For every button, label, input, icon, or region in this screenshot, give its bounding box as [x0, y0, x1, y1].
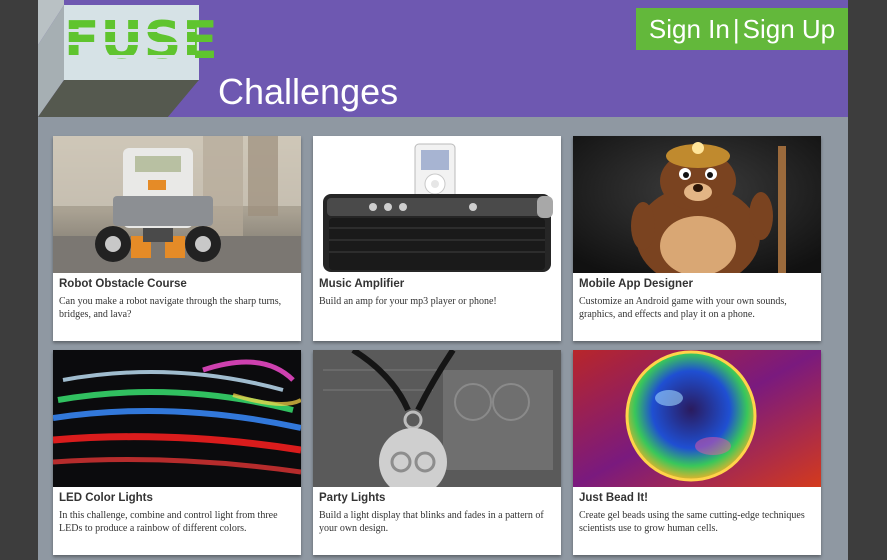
colorful-gel-bead-micrograph	[573, 350, 821, 487]
auth-links: Sign In | Sign Up	[636, 8, 848, 50]
ipod-speaker-dock-photo	[313, 136, 561, 273]
logo-stripe	[68, 42, 195, 45]
challenge-image[interactable]	[573, 136, 821, 273]
page-title: Challenges	[218, 71, 399, 112]
challenge-title[interactable]: Music Amplifier	[319, 278, 557, 290]
challenge-card-party-lights[interactable]: Party Lights Build a light display that …	[313, 350, 561, 555]
challenge-title[interactable]: Just Bead It!	[579, 492, 817, 504]
challenge-image[interactable]	[313, 350, 561, 487]
arduino-pendant-photo	[313, 350, 561, 487]
challenge-title[interactable]: Mobile App Designer	[579, 278, 817, 290]
challenge-image[interactable]	[313, 136, 561, 273]
cartoon-mole-miner-render	[573, 136, 821, 273]
rgb-led-strip-photo	[53, 350, 301, 487]
sign-in-link[interactable]: Sign In	[649, 14, 730, 44]
challenge-card-mobile-app-designer[interactable]: Mobile App Designer Customize an Android…	[573, 136, 821, 341]
challenge-card-led-color-lights[interactable]: LED Color Lights In this challenge, comb…	[53, 350, 301, 555]
challenge-title[interactable]: LED Color Lights	[59, 492, 297, 504]
challenge-card-just-bead-it[interactable]: Just Bead It! Create gel beads using the…	[573, 350, 821, 555]
challenge-description: Build an amp for your mp3 player or phon…	[319, 296, 497, 307]
challenge-image[interactable]	[573, 350, 821, 487]
challenge-image[interactable]	[53, 136, 301, 273]
auth-separator: |	[732, 14, 740, 44]
challenge-description: Create gel beads using the same cutting-…	[579, 510, 805, 534]
lego-robot-photo	[53, 136, 301, 273]
logo-stripe	[68, 55, 195, 58]
challenge-card-robot-obstacle-course[interactable]: Robot Obstacle Course Can you make a rob…	[53, 136, 301, 341]
challenge-image[interactable]	[53, 350, 301, 487]
logo-text: FUSE	[64, 11, 219, 71]
challenge-title[interactable]: Robot Obstacle Course	[59, 278, 297, 290]
site-header: FUSE Challenges Sign In | Sign Up	[38, 0, 848, 117]
fuse-logo[interactable]: FUSE	[64, 5, 219, 80]
challenge-description: Customize an Android game with your own …	[579, 296, 787, 320]
logo-stripe	[68, 29, 195, 32]
challenge-title[interactable]: Party Lights	[319, 492, 557, 504]
challenge-card-music-amplifier[interactable]: Music Amplifier Build an amp for your mp…	[313, 136, 561, 341]
challenge-description: In this challenge, combine and control l…	[59, 510, 278, 534]
page: FUSE Challenges Sign In | Sign Up Robot …	[38, 0, 848, 560]
challenge-description: Build a light display that blinks and fa…	[319, 510, 544, 534]
challenge-description: Can you make a robot navigate through th…	[59, 296, 282, 320]
sign-up-link[interactable]: Sign Up	[743, 14, 836, 44]
